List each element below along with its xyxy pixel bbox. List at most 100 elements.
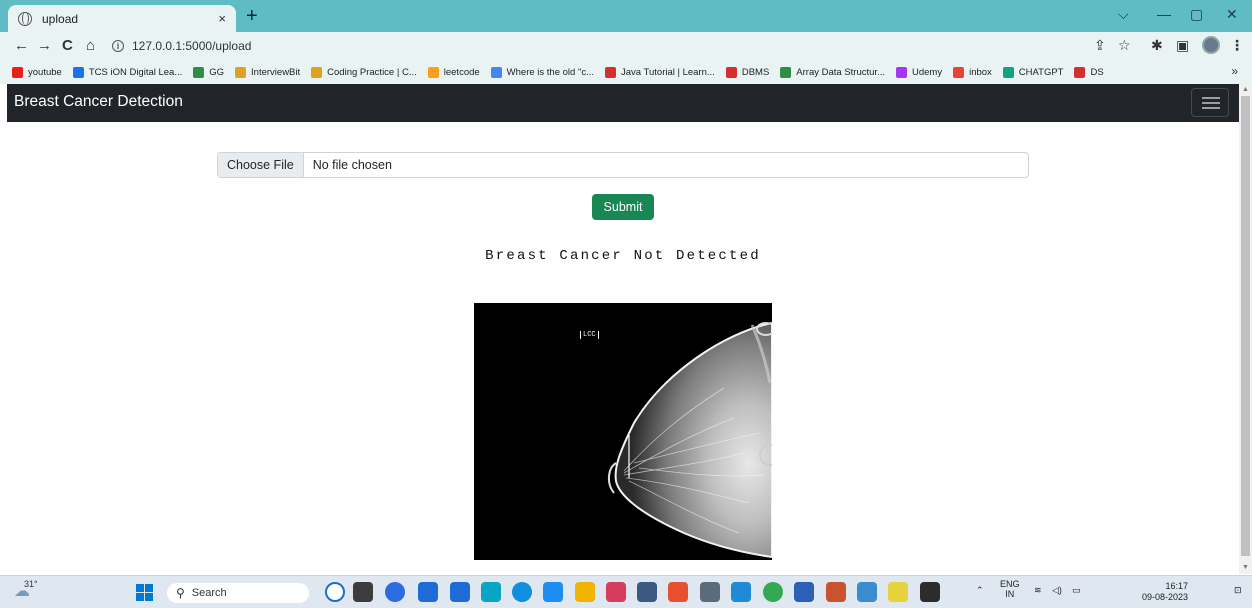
bookmark-item[interactable]: Where is the old "c... [490, 66, 594, 78]
word-icon[interactable] [794, 582, 814, 602]
file-explorer-icon[interactable] [575, 582, 595, 602]
weather-widget[interactable]: ☁ 31° [14, 579, 38, 601]
bing-icon[interactable] [325, 582, 345, 602]
snipping-tool-icon[interactable] [857, 582, 877, 602]
bookmark-item[interactable]: DS [1074, 66, 1104, 78]
battery-icon[interactable]: ▭ [1072, 585, 1081, 596]
bookmark-label: youtube [28, 66, 62, 78]
minimize-button[interactable]: — [1157, 6, 1171, 22]
scroll-up-icon[interactable]: ▲ [1242, 86, 1249, 93]
search-icon: ⚲ [176, 586, 185, 600]
start-button[interactable] [136, 584, 153, 601]
mammogram-image: LCC [474, 303, 772, 560]
geeksforgeeks-icon [780, 66, 792, 78]
bookmark-label: Udemy [911, 66, 943, 78]
task-view-icon[interactable] [353, 582, 373, 602]
browser-tab[interactable]: upload × [8, 5, 236, 32]
browser-toolbar: ← → C ⌂ i 127.0.0.1:5000/upload ⇪ ☆ ✱ ▣ … [0, 32, 1252, 60]
bookmark-item[interactable]: Array Data Structur... [780, 66, 885, 78]
more-bookmarks-icon[interactable]: » [1231, 64, 1238, 78]
volume-icon[interactable]: ◁) [1052, 585, 1062, 596]
cube-icon[interactable] [700, 582, 720, 602]
bookmark-label: TCS iON Digital Lea... [88, 66, 183, 78]
bookmark-label: InterviewBit [251, 66, 301, 78]
menu-icon[interactable]: ⋮ [1230, 37, 1244, 54]
address-bar[interactable]: i 127.0.0.1:5000/upload [112, 35, 1112, 57]
page-scrollbar[interactable]: ▲ ▼ [1239, 84, 1252, 574]
v-icon [725, 66, 737, 78]
leetcode-icon [427, 66, 439, 78]
mail-icon[interactable] [450, 582, 470, 602]
submit-button[interactable]: Submit [592, 194, 654, 220]
url-text: 127.0.0.1:5000/upload [132, 39, 252, 53]
reload-button[interactable]: C [62, 37, 73, 55]
temperature-text: 31° [24, 579, 38, 589]
back-button[interactable]: ← [14, 37, 29, 55]
v-icon [1074, 66, 1086, 78]
share-icon[interactable]: ⇪ [1094, 37, 1106, 54]
side-panel-icon[interactable]: ▣ [1176, 37, 1189, 54]
bookmark-item[interactable]: youtube [12, 66, 62, 78]
language-indicator[interactable]: ENG IN [1000, 579, 1020, 599]
bookmark-item[interactable]: Java Tutorial | Learn... [605, 66, 715, 78]
bookmark-item[interactable]: InterviewBit [235, 66, 301, 78]
powerpoint-icon[interactable] [826, 582, 846, 602]
tray-overflow-icon[interactable]: ⌃ [976, 585, 984, 596]
bookmark-item[interactable]: leetcode [427, 66, 480, 78]
terminal-icon[interactable] [920, 582, 940, 602]
tab-search-icon[interactable]: ⌵ [1118, 6, 1129, 23]
date-text: 09-08-2023 [1142, 592, 1189, 602]
brand-title[interactable]: Breast Cancer Detection [14, 93, 183, 111]
extensions-icon[interactable]: ✱ [1151, 37, 1163, 54]
gmail-icon [953, 66, 965, 78]
geeksforgeeks-icon [193, 66, 205, 78]
linkedin-icon[interactable] [481, 582, 501, 602]
maximize-button[interactable]: ▢ [1190, 6, 1203, 23]
new-tab-button[interactable]: + [246, 4, 258, 28]
info-icon[interactable]: i [112, 40, 124, 52]
bookmark-label: Where is the old "c... [506, 66, 594, 78]
navbar-toggler-button[interactable] [1191, 88, 1229, 117]
bookmark-item[interactable]: CHATGPT [1002, 66, 1063, 78]
bookmark-item[interactable]: Coding Practice | C... [311, 66, 417, 78]
profile-avatar[interactable] [1202, 36, 1220, 54]
notepad-icon[interactable] [888, 582, 908, 602]
home-button[interactable]: ⌂ [86, 37, 95, 55]
taskbar-search[interactable]: ⚲ Search [167, 583, 309, 603]
search-label: Search [191, 587, 227, 599]
file-status-text: No file chosen [312, 158, 392, 172]
wifi-icon[interactable]: ≋ [1034, 585, 1042, 596]
bookmark-item[interactable]: inbox [953, 66, 992, 78]
bookmark-item[interactable]: TCS iON Digital Lea... [72, 66, 183, 78]
bookmark-label: GG [209, 66, 225, 78]
photos-icon[interactable] [637, 582, 657, 602]
close-window-button[interactable]: ✕ [1226, 6, 1238, 23]
time-text: 16:17 [1165, 581, 1189, 591]
bookmark-item[interactable]: GG [193, 66, 225, 78]
app-navbar: Breast Cancer Detection [7, 84, 1239, 122]
forward-button[interactable]: → [37, 37, 52, 55]
office-icon[interactable] [668, 582, 688, 602]
udemy-icon [895, 66, 907, 78]
v-icon [605, 66, 616, 78]
bookmark-star-icon[interactable]: ☆ [1118, 37, 1131, 54]
pocket-icon[interactable] [606, 582, 626, 602]
bookmarks-bar: youtube TCS iON Digital Lea... GG Interview… [0, 60, 1252, 84]
edge-icon[interactable] [512, 582, 532, 602]
store-icon[interactable] [418, 582, 438, 602]
messenger-icon[interactable] [543, 582, 563, 602]
bookmark-label: Java Tutorial | Learn... [621, 66, 715, 78]
notifications-icon[interactable]: ⊡ [1234, 585, 1242, 596]
scroll-down-icon[interactable]: ▼ [1242, 564, 1249, 571]
bookmark-item[interactable]: DBMS [725, 66, 769, 78]
bookmark-item[interactable]: Udemy [895, 66, 943, 78]
scrollbar-thumb[interactable] [1241, 96, 1250, 556]
teams-icon[interactable] [385, 582, 405, 602]
tab-close-icon[interactable]: × [218, 11, 226, 26]
choose-file-button[interactable]: Choose File [218, 153, 304, 177]
clock[interactable]: 16:17 09-08-2023 [1142, 581, 1188, 603]
file-input[interactable]: Choose File No file chosen [217, 152, 1029, 178]
chatgpt-icon [1002, 66, 1014, 78]
vscode-icon[interactable] [731, 582, 751, 602]
chrome-icon[interactable] [763, 582, 783, 602]
